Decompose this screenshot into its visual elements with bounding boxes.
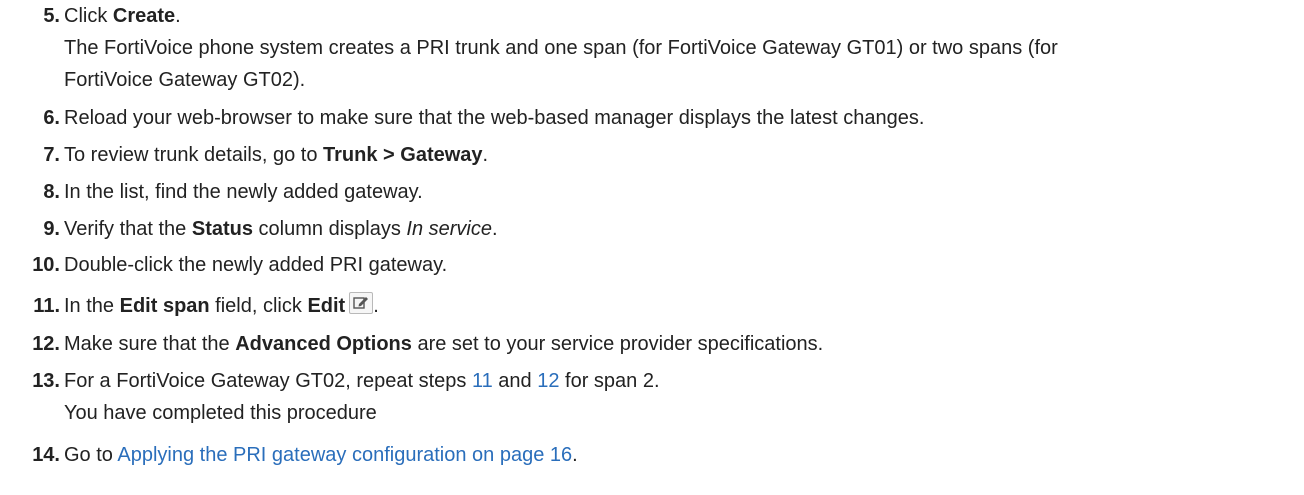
step-number: 9. bbox=[43, 218, 60, 240]
ui-label-advanced-options: Advanced Options bbox=[235, 333, 412, 355]
step-number: 12. bbox=[32, 333, 60, 355]
step-number: 6. bbox=[43, 107, 60, 129]
step-text: Go to Applying the PRI gateway configura… bbox=[64, 444, 578, 466]
applying-pri-gateway-link[interactable]: Applying the PRI gateway configuration o… bbox=[117, 444, 572, 466]
step-number: 5. bbox=[43, 5, 60, 27]
ui-label-create: Create bbox=[112, 5, 176, 27]
ui-label-status: Status bbox=[191, 218, 253, 240]
step-text: Reload your web-browser to make sure tha… bbox=[64, 107, 925, 129]
step-number: 14. bbox=[32, 444, 60, 466]
step-text: In the Edit span field, click Edit. bbox=[64, 290, 379, 322]
step-text: In the list, find the newly added gatewa… bbox=[64, 181, 423, 203]
step-number: 8. bbox=[43, 181, 60, 203]
step-text: For a FortiVoice Gateway GT02, repeat st… bbox=[64, 370, 660, 392]
step-number: 7. bbox=[43, 144, 60, 166]
step-5-result-line-2: FortiVoice Gateway GT02). bbox=[64, 69, 306, 91]
step-13-result-line: You have completed this procedure bbox=[64, 402, 377, 424]
step-5-result-line-1: The FortiVoice phone system creates a PR… bbox=[64, 37, 1058, 59]
step-number: 11. bbox=[33, 295, 60, 317]
step-text: Double-click the newly added PRI gateway… bbox=[64, 254, 448, 276]
ui-label-edit-span: Edit span bbox=[119, 295, 210, 317]
step-text: Verify that the Status column displays I… bbox=[64, 218, 498, 240]
step-text: Make sure that the Advanced Options are … bbox=[64, 333, 824, 355]
edit-icon bbox=[349, 292, 374, 314]
step-link-11[interactable]: 11 bbox=[472, 370, 493, 392]
step-link-12[interactable]: 12 bbox=[537, 370, 559, 392]
step-number: 13. bbox=[32, 370, 60, 392]
step-text: To review trunk details, go to Trunk > G… bbox=[64, 144, 489, 166]
status-value: In service bbox=[406, 218, 492, 240]
ui-path-trunk-gateway: Trunk > Gateway bbox=[323, 144, 483, 166]
step-text: Click Create. bbox=[64, 5, 181, 27]
step-number: 10. bbox=[32, 254, 60, 276]
ui-label-edit: Edit bbox=[307, 295, 346, 317]
